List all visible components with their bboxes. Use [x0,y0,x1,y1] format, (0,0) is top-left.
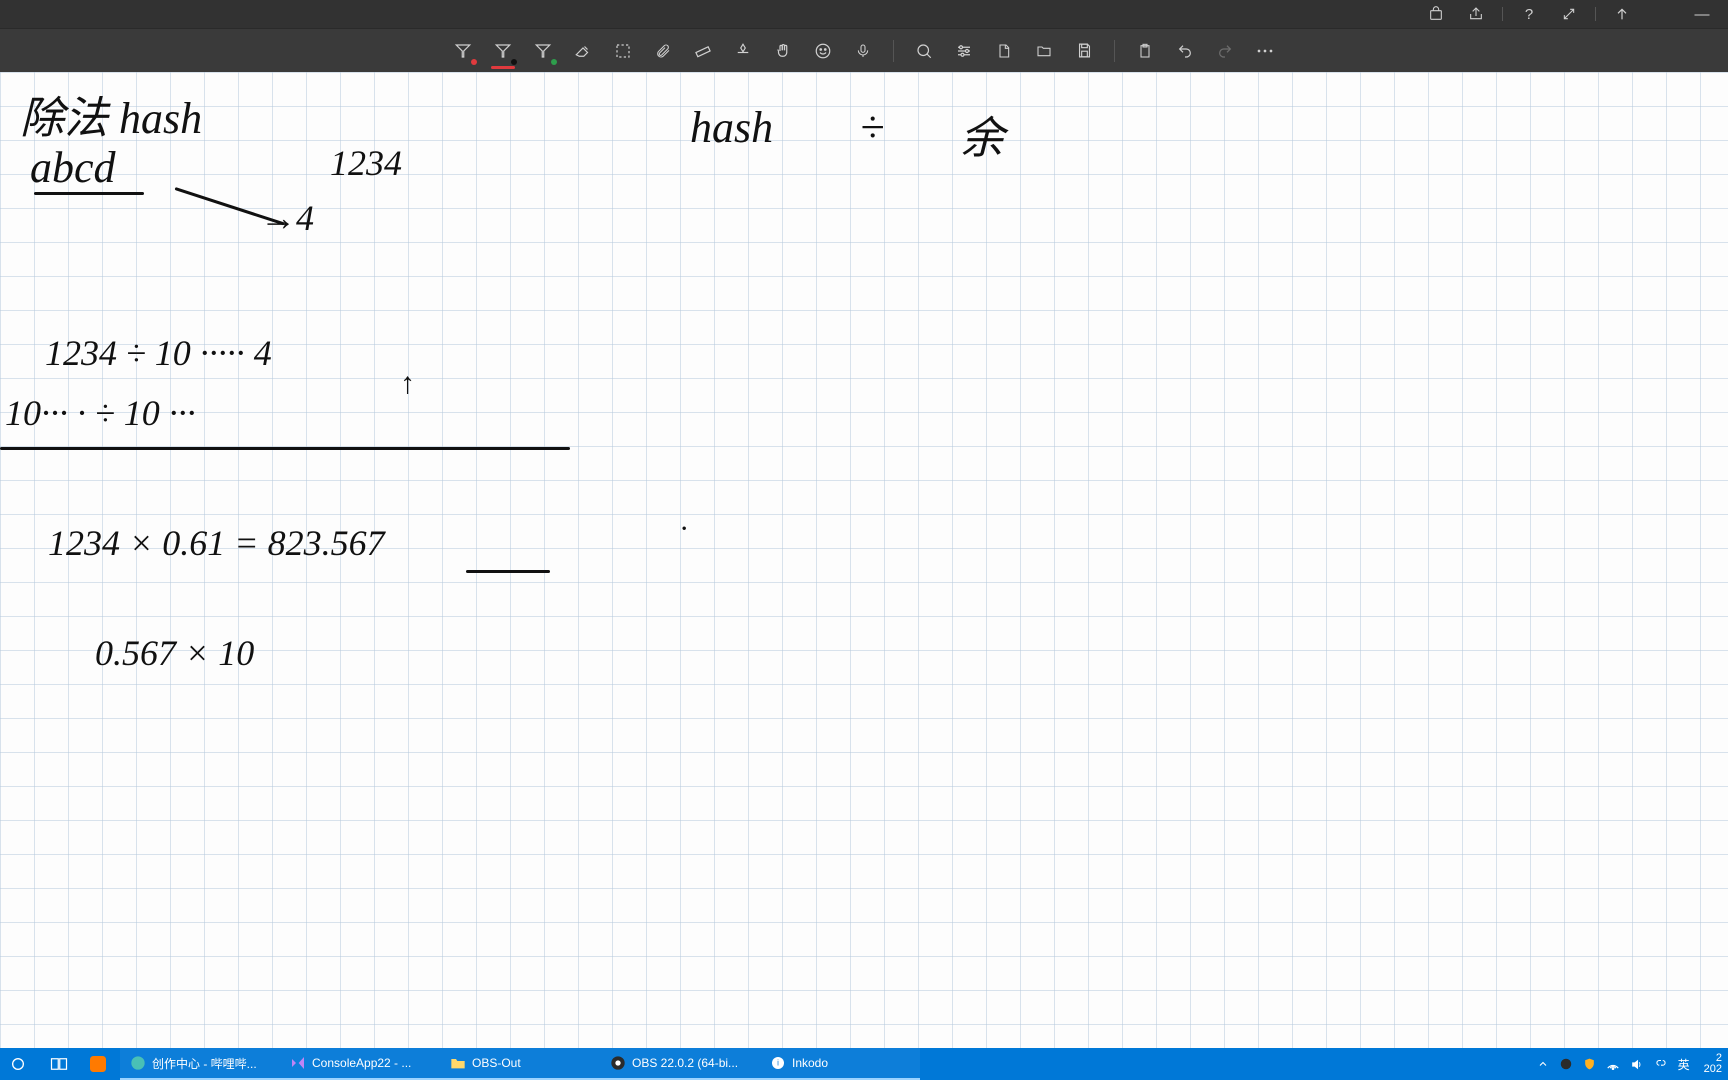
redo-button[interactable] [1205,31,1245,71]
system-tray: 英 2 202 [1531,1048,1728,1080]
shape-button[interactable] [723,31,763,71]
taskbar-app-inkodo[interactable]: i Inkodo [760,1048,920,1080]
settings-sliders-button[interactable] [944,31,984,71]
taskbar-app-label: 创作中心 - 哔哩哔... [152,1055,257,1072]
ink-underline-567 [466,570,550,573]
ink-eq1: 1234 × 0.61 = 823.567 [48,522,385,564]
help-icon[interactable]: ? [1509,0,1549,28]
taskbar-pin-1[interactable] [80,1048,120,1080]
ink-stray-dot: · [680,512,688,546]
ink-line2: 10··· · ÷ 10 ··· [5,392,196,434]
pen-3-color-dot [551,59,557,65]
start-button[interactable] [0,1048,40,1080]
pen-2-color-dot [511,59,517,65]
ruler-button[interactable] [683,31,723,71]
pen-3-button[interactable] [523,31,563,71]
tray-volume-icon[interactable] [1630,1058,1644,1071]
ink-divide-symbol: ÷ [860,102,884,153]
taskbar-spacer [920,1048,1531,1080]
pen-2-button[interactable] [483,31,523,71]
taskbar-app-obs[interactable]: OBS 22.0.2 (64-bi... [600,1048,760,1080]
toolbar-separator [893,40,894,62]
tray-link-icon[interactable] [1654,1058,1668,1070]
zoom-button[interactable] [904,31,944,71]
save-button[interactable] [1064,31,1104,71]
new-page-button[interactable] [984,31,1024,71]
taskbar-app-label: ConsoleApp22 - ... [312,1056,411,1070]
inkodo-icon: i [770,1055,786,1071]
ink-remainder-char: 余 [960,102,1004,166]
ink-layer: 除法 hash abcd 1234 →4 hash ÷ 余 1234 ÷ 10 … [0,72,1728,1048]
vs-icon [290,1055,306,1071]
tray-shield-icon[interactable] [1583,1057,1596,1071]
more-button[interactable] [1245,31,1285,71]
drawing-canvas[interactable]: 除法 hash abcd 1234 →4 hash ÷ 余 1234 ÷ 10 … [0,72,1728,1048]
expand-icon[interactable] [1549,0,1589,28]
mic-button[interactable] [843,31,883,71]
ink-line1-arrow: ↑ [400,367,415,401]
help-label: ? [1525,6,1533,23]
task-view-icon [50,1057,68,1071]
folder-icon [450,1056,466,1070]
main-toolbar [0,28,1728,72]
tray-chevron-up-icon[interactable] [1537,1058,1549,1070]
task-view-button[interactable] [40,1048,80,1080]
taskbar-app-label: OBS-Out [472,1056,521,1070]
edge-icon [130,1055,146,1071]
arrow-up-icon[interactable] [1602,0,1642,28]
titlebar-separator [1595,7,1596,21]
taskbar-app-folder[interactable]: OBS-Out [440,1048,600,1080]
lasso-select-button[interactable] [603,31,643,71]
ink-line1: 1234 ÷ 10 ····· 4 [45,332,272,374]
toolbar-group-pens [443,31,883,71]
ink-eq2: 0.567 × 10 [95,632,254,674]
taskbar-left: 创作中心 - 哔哩哔... ConsoleApp22 - ... OBS-Out… [0,1048,920,1080]
taskbar-app-label: OBS 22.0.2 (64-bi... [632,1056,738,1070]
toolbar-group-edit [1125,31,1285,71]
pen-1-button[interactable] [443,31,483,71]
ink-abcd: abcd [30,142,116,193]
eraser-button[interactable] [563,31,603,71]
ime-indicator[interactable]: 英 [1678,1056,1690,1073]
obs-icon [610,1055,626,1071]
ink-title: 除法 hash [20,82,202,146]
ink-1234: 1234 [330,142,402,184]
undo-button[interactable] [1165,31,1205,71]
windows-taskbar: 创作中心 - 哔哩哔... ConsoleApp22 - ... OBS-Out… [0,1048,1728,1080]
emoji-button[interactable] [803,31,843,71]
minimize-button[interactable]: — [1682,0,1722,28]
ink-hash-right: hash [690,102,773,153]
paste-button[interactable] [1125,31,1165,71]
taskbar-app-edge[interactable]: 创作中心 - 哔哩哔... [120,1048,280,1080]
toolbar-group-view [904,31,1104,71]
circle-icon [10,1056,26,1072]
minimize-label: — [1695,6,1710,23]
pen-1-color-dot [471,59,477,65]
attachment-button[interactable] [643,31,683,71]
tray-obs-icon[interactable] [1559,1057,1573,1071]
ink-underline-abcd [34,192,144,195]
toolbar-separator [1114,40,1115,62]
store-icon[interactable] [1416,0,1456,28]
open-folder-button[interactable] [1024,31,1064,71]
app-icon [90,1056,106,1072]
tray-clock[interactable]: 2 202 [1700,1053,1722,1075]
share-icon[interactable] [1456,0,1496,28]
ink-hr [0,447,570,450]
window-titlebar: ? — [0,0,1728,28]
taskbar-app-visualstudio[interactable]: ConsoleApp22 - ... [280,1048,440,1080]
taskbar-app-label: Inkodo [792,1056,828,1070]
svg-text:i: i [777,1059,779,1068]
tray-date: 202 [1704,1064,1722,1075]
tray-network-icon[interactable] [1606,1058,1620,1070]
ink-arrow4: →4 [260,197,314,239]
titlebar-separator [1502,7,1503,21]
hand-button[interactable] [763,31,803,71]
